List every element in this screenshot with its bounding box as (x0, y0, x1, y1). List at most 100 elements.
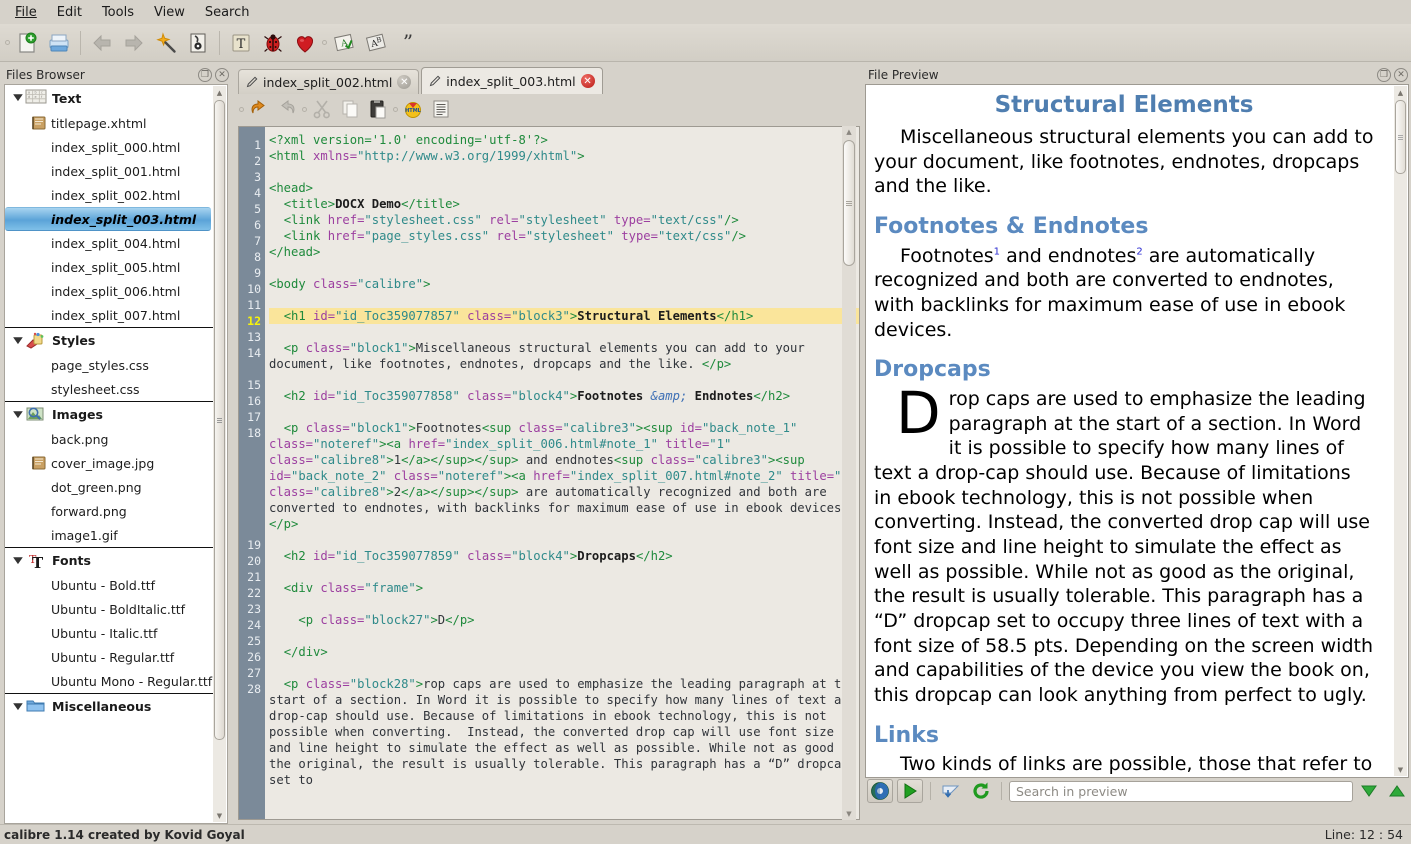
new-file-icon[interactable] (11, 27, 43, 59)
scroll-down-icon[interactable]: ▼ (842, 808, 856, 820)
code-line[interactable]: <p class="block27">D</p> (269, 612, 859, 628)
magic-wand-icon[interactable] (150, 27, 182, 59)
file-item-ubuntu-bold[interactable]: Ubuntu - Bold.ttf (5, 573, 213, 597)
code-line[interactable] (269, 596, 859, 612)
search-in-preview-input[interactable]: Search in preview (1009, 781, 1353, 802)
html-insert-icon[interactable]: HTML (399, 96, 427, 122)
back-arrow-icon[interactable] (86, 27, 118, 59)
code-line[interactable]: <html xmlns="http://www.w3.org/1999/xhtm… (269, 148, 859, 164)
close-icon[interactable]: ✕ (1394, 68, 1408, 82)
code-line[interactable]: <h2 id="id_Toc359077858" class="block4">… (269, 388, 859, 404)
split-mode-icon[interactable] (938, 779, 964, 803)
code-line[interactable]: </div> (269, 644, 859, 660)
close-icon[interactable]: ✕ (581, 74, 595, 88)
code-line[interactable]: <body class="calibre"> (269, 276, 859, 292)
file-item-index-006[interactable]: index_split_006.html (5, 279, 213, 303)
file-item-back-png[interactable]: back.png (5, 427, 213, 451)
forward-arrow-icon[interactable] (118, 27, 150, 59)
save-icon[interactable] (43, 27, 75, 59)
code-line[interactable]: <div class="frame"> (269, 580, 859, 596)
code-line[interactable]: <h1 id="id_Toc359077857" class="block3">… (269, 308, 859, 324)
code-line[interactable]: <p class="block1">Miscellaneous structur… (269, 340, 859, 372)
files-group-fonts[interactable]: ▼ T T Fonts (5, 547, 213, 573)
code-line[interactable] (269, 260, 859, 276)
file-item-cover-image[interactable]: cover_image.jpg (5, 451, 213, 475)
file-item-index-001[interactable]: index_split_001.html (5, 159, 213, 183)
files-group-misc[interactable]: ▼ Miscellaneous (5, 693, 213, 719)
cut-icon[interactable] (308, 96, 336, 122)
files-tree[interactable]: ▼ abc def Text (4, 84, 228, 824)
format-icon[interactable] (427, 96, 455, 122)
code-line[interactable] (269, 324, 859, 340)
code-line[interactable] (269, 628, 859, 644)
file-item-index-003[interactable]: index_split_003.html (5, 207, 211, 231)
code-line[interactable]: <h2 id="id_Toc359077859" class="block4">… (269, 548, 859, 564)
files-group-styles[interactable]: ▼ Styles (5, 327, 213, 353)
float-icon[interactable]: ❐ (198, 68, 212, 82)
files-tree-scrollbar[interactable]: ▲ ▼ (213, 86, 226, 822)
code-line[interactable] (269, 164, 859, 180)
file-item-stylesheet[interactable]: stylesheet.css (5, 377, 213, 401)
code-line[interactable] (269, 372, 859, 388)
code-line[interactable]: </head> (269, 244, 859, 260)
file-item-ubuntu-mono-regular[interactable]: Ubuntu Mono - Regular.ttf (5, 669, 213, 693)
menu-tools[interactable]: Tools (93, 2, 143, 23)
preview-scrollbar[interactable]: ▲ ▼ (1394, 86, 1407, 776)
code-editor-scrollbar[interactable]: ▲ ▼ (842, 126, 856, 820)
code-line[interactable] (269, 292, 859, 308)
tab-index-split-002[interactable]: index_split_002.html ✕ (238, 69, 419, 94)
scrollbar-thumb[interactable] (214, 100, 225, 740)
file-item-ubuntu-bolditalic[interactable]: Ubuntu - BoldItalic.ttf (5, 597, 213, 621)
code-line[interactable]: <title>DOCX Demo</title> (269, 196, 859, 212)
find-previous-icon[interactable] (1385, 779, 1409, 803)
menu-view[interactable]: View (145, 2, 194, 23)
tab-index-split-003[interactable]: index_split_003.html ✕ (421, 67, 602, 94)
file-item-image1-gif[interactable]: image1.gif (5, 523, 213, 547)
replace-icon[interactable]: A B (360, 27, 392, 59)
file-item-ubuntu-regular[interactable]: Ubuntu - Regular.ttf (5, 645, 213, 669)
close-icon[interactable]: ✕ (397, 75, 411, 89)
file-item-index-004[interactable]: index_split_004.html (5, 231, 213, 255)
code-line[interactable]: <p class="block1">Footnotes<sup class="c… (269, 420, 859, 532)
file-item-index-002[interactable]: index_split_002.html (5, 183, 213, 207)
close-icon[interactable]: ✕ (215, 68, 229, 82)
file-item-ubuntu-italic[interactable]: Ubuntu - Italic.ttf (5, 621, 213, 645)
code-text[interactable]: <?xml version='1.0' encoding='utf-8'?><h… (265, 127, 859, 819)
menu-edit[interactable]: Edit (48, 2, 91, 23)
heart-icon[interactable] (289, 27, 321, 59)
scroll-down-icon[interactable]: ▼ (213, 809, 226, 822)
preview-viewport[interactable]: Structural Elements Miscellaneous struct… (865, 84, 1409, 778)
scroll-up-icon[interactable]: ▲ (1394, 86, 1407, 99)
scrollbar-thumb[interactable] (843, 140, 855, 266)
menu-file[interactable]: File (6, 2, 46, 23)
file-item-dot-green[interactable]: dot_green.png (5, 475, 213, 499)
code-line[interactable] (269, 404, 859, 420)
scroll-up-icon[interactable]: ▲ (213, 86, 226, 99)
spellcheck-icon[interactable]: A (328, 27, 360, 59)
float-icon[interactable]: ❐ (1377, 68, 1391, 82)
file-item-page-styles[interactable]: page_styles.css (5, 353, 213, 377)
find-next-icon[interactable] (1357, 779, 1381, 803)
menu-search[interactable]: Search (196, 2, 259, 23)
file-item-titlepage[interactable]: titlepage.xhtml (5, 111, 213, 135)
undo-icon[interactable] (245, 96, 273, 122)
code-line[interactable]: <link href="page_styles.css" rel="styles… (269, 228, 859, 244)
code-line[interactable]: <head> (269, 180, 859, 196)
browser-preview-icon[interactable] (867, 779, 893, 803)
scroll-down-icon[interactable]: ▼ (1394, 763, 1407, 776)
code-editor[interactable]: 1234567891011121314151617181920212223242… (238, 126, 860, 820)
quotes-icon[interactable]: ” (392, 27, 424, 59)
file-item-index-000[interactable]: index_split_000.html (5, 135, 213, 159)
code-line[interactable]: <p class="block28">rop caps are used to … (269, 676, 859, 788)
bug-icon[interactable] (257, 27, 289, 59)
file-item-index-005[interactable]: index_split_005.html (5, 255, 213, 279)
code-line[interactable]: <link href="stylesheet.css" rel="stylesh… (269, 212, 859, 228)
files-group-text[interactable]: ▼ abc def Text (5, 85, 213, 111)
copy-icon[interactable] (336, 96, 364, 122)
redo-icon[interactable] (273, 96, 301, 122)
scrollbar-thumb[interactable] (1395, 100, 1406, 174)
scroll-up-icon[interactable]: ▲ (842, 126, 856, 138)
code-line[interactable] (269, 564, 859, 580)
paste-icon[interactable] (364, 96, 392, 122)
refresh-icon[interactable] (968, 779, 994, 803)
